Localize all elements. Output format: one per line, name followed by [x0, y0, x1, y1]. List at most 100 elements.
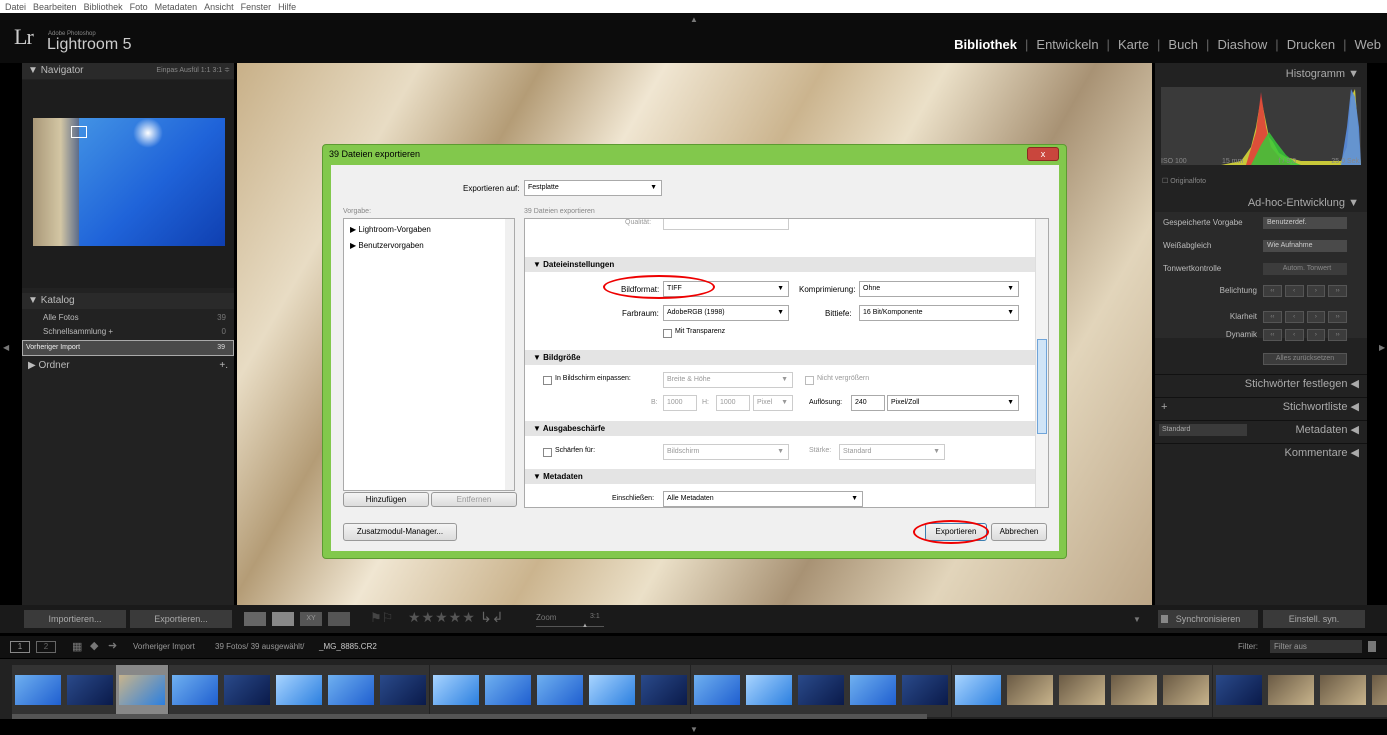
adhoc-header[interactable]: Ad-hoc-Entwicklung ▼ [1155, 194, 1367, 212]
stichwoerter-header[interactable]: Stichwörter festlegen ◀ [1155, 374, 1367, 392]
settings-scrollbar[interactable] [1035, 219, 1048, 507]
dateieinstellungen-header[interactable]: ▼ Dateieinstellungen [525, 257, 1035, 272]
nicht-vergroessern-checkbox[interactable] [805, 376, 814, 385]
filmstrip-thumbnail[interactable] [899, 665, 952, 717]
sync-settings-button[interactable]: Einstell. syn. [1263, 610, 1365, 628]
menu-datei[interactable]: Datei [5, 2, 26, 12]
preset-scrollbar[interactable] [505, 219, 514, 490]
filmstrip-thumbnail[interactable] [638, 665, 691, 717]
star-rating-icon[interactable]: ★★★★★ [408, 609, 476, 626]
komprimierung-select[interactable]: Ohne ▼ [859, 281, 1019, 297]
stichwortliste-header[interactable]: + Stichwortliste ◀ [1155, 397, 1367, 415]
add-keyword-icon[interactable]: + [1161, 398, 1167, 416]
filmstrip-scrollbar[interactable] [12, 714, 927, 719]
filmstrip-thumbnail[interactable] [325, 665, 378, 717]
collapse-right-icon[interactable]: ▶ [1379, 343, 1385, 352]
zoom-slider[interactable] [536, 626, 604, 627]
aufloesung-unit-select[interactable]: Pixel/Zoll ▼ [887, 395, 1019, 411]
module-karte[interactable]: Karte [1118, 37, 1149, 52]
farbraum-select[interactable]: AdobeRGB (1998) ▼ [663, 305, 789, 321]
export-button[interactable]: Exportieren... [130, 610, 232, 628]
originalfoto-toggle[interactable]: ☐ Originalfoto [1162, 177, 1206, 185]
schaerfen-checkbox[interactable] [543, 448, 552, 457]
autom-tonwert-button[interactable]: Autom. Tonwert [1263, 263, 1347, 275]
preset-item[interactable]: ▶ Lightroom-Vorgaben [350, 225, 431, 234]
rotate-icon[interactable]: ↳↲ [480, 609, 503, 626]
qualitaet-select[interactable] [663, 219, 789, 230]
filter-select[interactable]: Filter aus [1270, 640, 1362, 653]
filmstrip-thumbnail[interactable] [1264, 665, 1317, 717]
filmstrip-thumbnail[interactable] [586, 665, 639, 717]
toolbar-menu-icon[interactable]: ▼ [1133, 615, 1141, 624]
export-to-select[interactable]: Festplatte ▼ [524, 180, 662, 196]
main-window-icon[interactable]: 1 [10, 641, 30, 653]
dialog-close-button[interactable]: x [1027, 147, 1059, 161]
unit-select[interactable]: Pixel ▼ [753, 395, 793, 411]
metadaten-section-header[interactable]: ▼ Metadaten [525, 469, 1035, 484]
loupe-view-icon[interactable] [272, 612, 294, 626]
navigator-zoom-options[interactable]: Einpas Ausfül 1:1 3:1 ≑ [156, 63, 230, 79]
filmstrip-filename[interactable]: _MG_8885.CR2 [319, 642, 377, 651]
filmstrip-thumbnail[interactable] [220, 665, 273, 717]
navigator-preview[interactable] [22, 80, 234, 288]
module-buch[interactable]: Buch [1168, 37, 1198, 52]
menu-bearbeiten[interactable]: Bearbeiten [33, 2, 77, 12]
menu-hilfe[interactable]: Hilfe [278, 2, 296, 12]
forward-arrow-icon[interactable]: ➜ [108, 639, 117, 652]
cancel-button[interactable]: Abbrechen [991, 523, 1047, 541]
aufloesung-input[interactable]: 240 [851, 395, 885, 411]
reset-all-button[interactable]: Alles zurücksetzen [1263, 353, 1347, 365]
filmstrip-thumbnail[interactable] [847, 665, 900, 717]
metadaten-header[interactable]: Standard Metadaten ◀ [1155, 420, 1367, 438]
filmstrip-thumbnail[interactable] [116, 665, 169, 717]
histogramm-header[interactable]: Histogramm ▼ [1155, 65, 1367, 83]
filmstrip-thumbnail[interactable] [1160, 665, 1213, 717]
flag-icon[interactable]: ⚑⚐ [370, 610, 393, 626]
schaerfen-select[interactable]: Bildschirm ▼ [663, 444, 789, 460]
filmstrip-thumbnail[interactable] [534, 665, 586, 717]
hoehe-input[interactable]: 1000 [716, 395, 750, 411]
menu-ansicht[interactable]: Ansicht [204, 2, 234, 12]
filmstrip-thumbnail[interactable] [951, 665, 1004, 717]
menu-metadaten[interactable]: Metadaten [155, 2, 198, 12]
filmstrip-thumbnail[interactable] [1003, 665, 1056, 717]
filmstrip-thumbnail[interactable] [377, 665, 430, 717]
menu-bibliothek[interactable]: Bibliothek [84, 2, 123, 12]
filmstrip-thumbnail[interactable] [795, 665, 847, 717]
compare-view-icon[interactable]: XY [300, 612, 322, 626]
filmstrip-source[interactable]: Vorheriger Import [133, 642, 195, 651]
filter-lock-icon[interactable] [1368, 641, 1376, 652]
einpassen-checkbox[interactable] [543, 376, 552, 385]
staerke-select[interactable]: Standard ▼ [839, 444, 945, 460]
weissabgleich-select[interactable]: Wie Aufnahme [1263, 240, 1347, 252]
breite-input[interactable]: 1000 [663, 395, 697, 411]
collapse-left-icon[interactable]: ◀ [3, 343, 9, 352]
collapse-top-icon[interactable]: ▲ [690, 15, 698, 24]
ordner-add-button[interactable]: +. [219, 358, 228, 374]
sync-toggle-icon[interactable] [1161, 615, 1168, 623]
menu-fenster[interactable]: Fenster [241, 2, 272, 12]
settings-scrollbar-thumb[interactable] [1037, 339, 1047, 434]
zoom-slider-handle[interactable]: ▲ [582, 623, 588, 629]
filmstrip-thumbnail[interactable] [742, 665, 795, 717]
filmstrip-thumbnail[interactable] [64, 665, 117, 717]
katalog-item[interactable]: Schnellsammlung +0 [22, 325, 234, 339]
filmstrip-thumbnail[interactable] [1369, 665, 1387, 717]
module-bibliothek[interactable]: Bibliothek [954, 37, 1017, 52]
plugin-manager-button[interactable]: Zusatzmodul-Manager... [343, 523, 457, 541]
grid-view-icon[interactable] [244, 612, 266, 626]
sync-button[interactable]: Synchronisieren [1158, 610, 1258, 628]
filmstrip-thumbnail[interactable] [1108, 665, 1161, 717]
navigator-viewport-box[interactable] [71, 126, 87, 138]
filmstrip-thumbnail[interactable] [429, 665, 482, 717]
menu-foto[interactable]: Foto [130, 2, 148, 12]
grid-nav-icon[interactable]: ▦ [72, 640, 82, 653]
filmstrip-thumbnail[interactable] [1056, 665, 1108, 717]
filmstrip-thumbnail[interactable] [168, 665, 221, 717]
ordner-header[interactable]: ▶ Ordner +. [22, 358, 234, 374]
filmstrip-thumbnail[interactable] [1317, 665, 1369, 717]
katalog-item[interactable]: Alle Fotos 39 [22, 311, 234, 325]
import-button[interactable]: Importieren... [24, 610, 126, 628]
filmstrip-thumbnail[interactable] [481, 665, 534, 717]
filmstrip-thumbnail[interactable] [273, 665, 325, 717]
